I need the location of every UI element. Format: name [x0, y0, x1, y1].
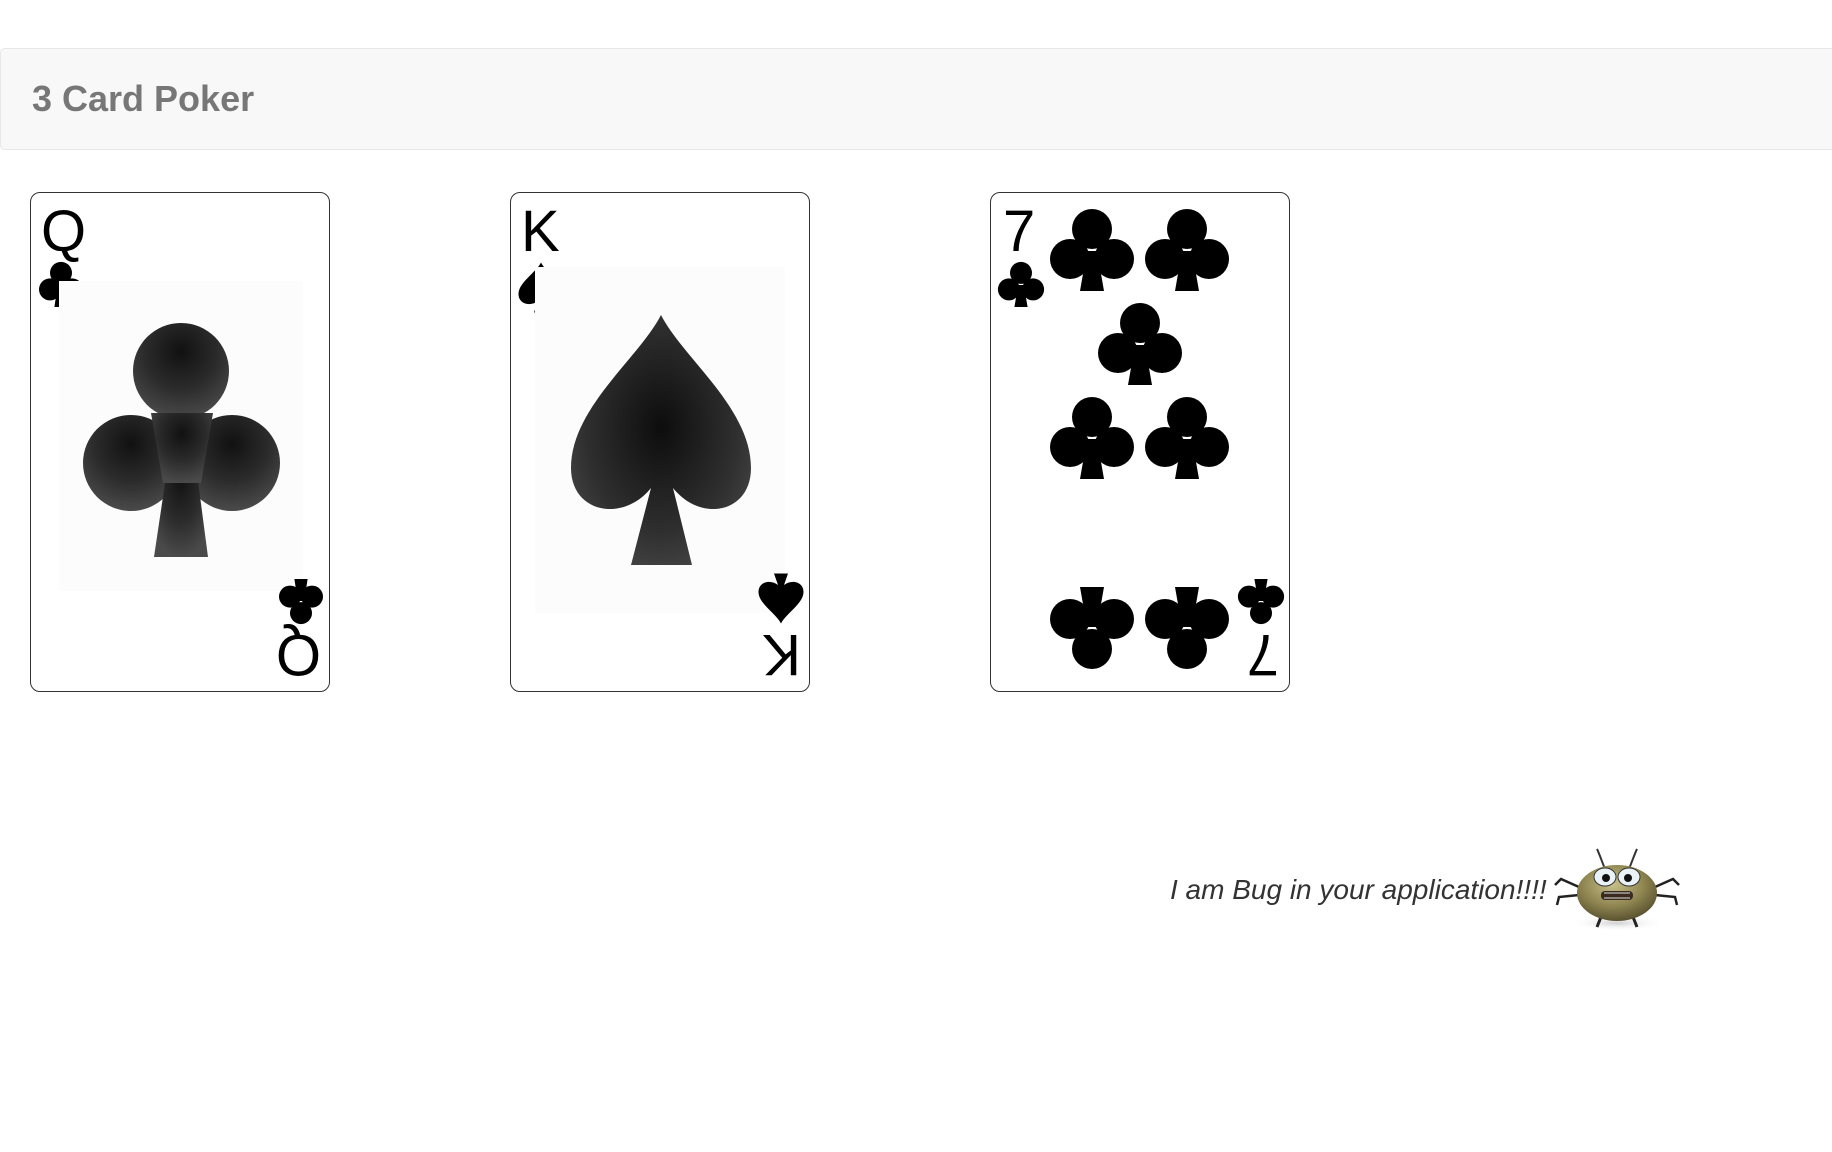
navbar: 3 Card Poker [0, 48, 1832, 150]
club-pip [1050, 397, 1134, 479]
card-rank-bottom: 7 [1247, 622, 1279, 687]
card-face: 7 7 [997, 199, 1285, 687]
club-pip [1050, 587, 1134, 669]
card-rank-bottom: K [762, 622, 801, 687]
card-seven-of-clubs[interactable]: 7 7 [990, 192, 1290, 692]
card-face: Q Q [39, 199, 323, 687]
card-face: K K [518, 199, 804, 687]
club-pip [1098, 303, 1182, 385]
card-king-of-spades[interactable]: K K [510, 192, 810, 692]
navbar-brand[interactable]: 3 Card Poker [32, 79, 254, 119]
club-pip [1145, 397, 1229, 479]
card-rank-top: K [521, 199, 560, 264]
club-icon [997, 261, 1045, 307]
card-rank-top: Q [41, 199, 86, 264]
club-pip [1050, 209, 1134, 291]
card-rank-bottom: Q [276, 622, 321, 687]
card-rank-top: 7 [1003, 199, 1035, 264]
club-icon [1237, 579, 1285, 625]
club-pip [1145, 587, 1229, 669]
card-queen-of-clubs[interactable]: Q Q [30, 192, 330, 692]
bug-message: I am Bug in your application!!!! [1170, 874, 1547, 905]
club-pip [1145, 209, 1229, 291]
bug-icon [1553, 848, 1680, 931]
bug-message-row: I am Bug in your application!!!! [1170, 848, 1681, 931]
